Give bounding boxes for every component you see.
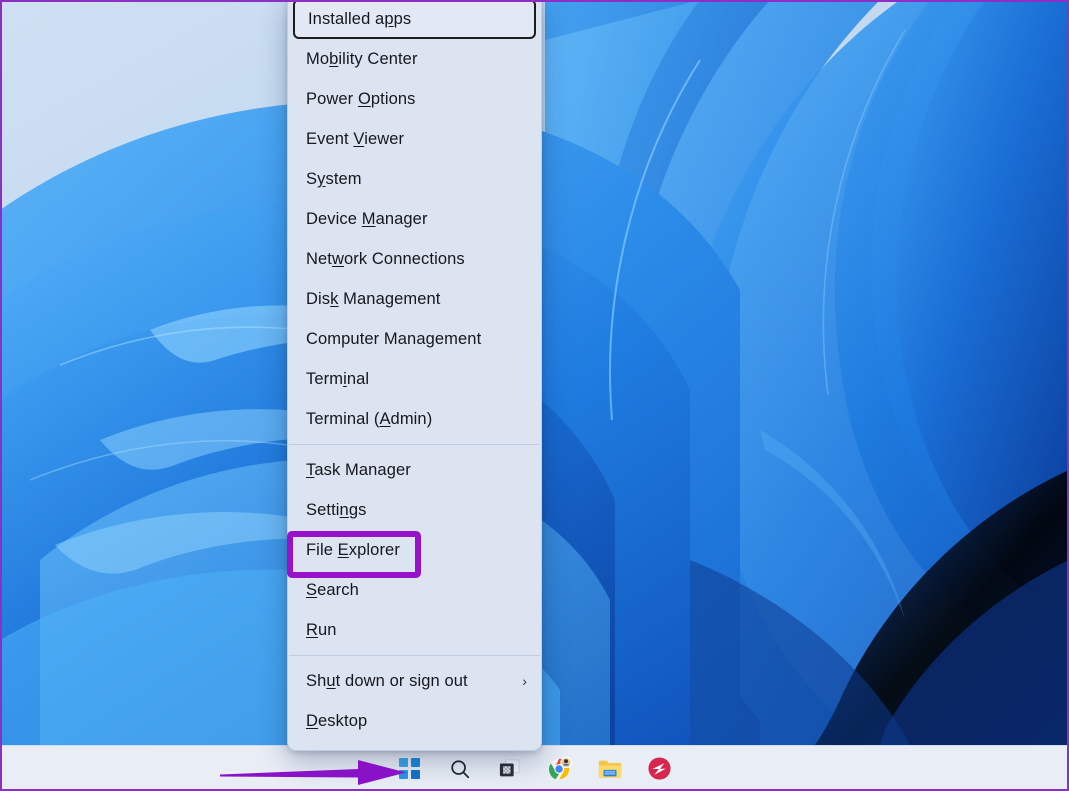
menu-item-label: Terminal xyxy=(306,369,370,388)
task-view-button[interactable] xyxy=(490,750,530,788)
screen-root: Installed apps Mobility Center Power Optio… xyxy=(0,0,1069,791)
chrome-button[interactable] xyxy=(540,750,580,788)
menu-item-desktop[interactable]: Desktop xyxy=(288,701,541,741)
menu-item-search[interactable]: Search xyxy=(288,570,541,610)
power-user-menu[interactable]: Installed apps Mobility Center Power Optio… xyxy=(287,0,542,751)
menu-group-tools: Task Manager Settings File Explorer Search R… xyxy=(288,450,541,650)
menu-group-session: Shut down or sign out › Desktop xyxy=(288,661,541,741)
menu-item-disk-management[interactable]: Disk Management xyxy=(288,279,541,319)
file-explorer-button[interactable] xyxy=(590,750,630,788)
menu-item-label: Search xyxy=(306,580,359,599)
menu-item-installed-apps[interactable]: Installed apps xyxy=(293,0,536,39)
menu-item-label: System xyxy=(306,169,362,188)
menu-item-label: Network Connections xyxy=(306,249,465,268)
menu-item-terminal[interactable]: Terminal xyxy=(288,359,541,399)
menu-item-label: Desktop xyxy=(306,711,368,730)
start-button[interactable] xyxy=(390,750,430,788)
menu-item-power-options[interactable]: Power Options xyxy=(288,79,541,119)
chevron-right-icon: › xyxy=(522,673,527,689)
menu-item-computer-management[interactable]: Computer Management xyxy=(288,319,541,359)
menu-item-label: Task Manager xyxy=(306,460,411,479)
menu-item-file-explorer[interactable]: File Explorer xyxy=(288,530,541,570)
taskbar xyxy=(0,745,1069,791)
menu-separator xyxy=(289,655,540,656)
menu-item-shut-down-or-sign-out[interactable]: Shut down or sign out › xyxy=(288,661,541,701)
menu-item-task-manager[interactable]: Task Manager xyxy=(288,450,541,490)
menu-group-system: Installed apps Mobility Center Power Optio… xyxy=(288,0,541,439)
app-red-icon xyxy=(648,757,671,780)
menu-item-system[interactable]: System xyxy=(288,159,541,199)
menu-item-label: Power Options xyxy=(306,89,416,108)
menu-item-device-manager[interactable]: Device Manager xyxy=(288,199,541,239)
menu-item-label: Terminal (Admin) xyxy=(306,409,433,428)
menu-item-label: Shut down or sign out xyxy=(306,671,468,690)
menu-item-label: Settings xyxy=(306,500,367,519)
menu-item-mobility-center[interactable]: Mobility Center xyxy=(288,39,541,79)
menu-item-settings[interactable]: Settings xyxy=(288,490,541,530)
menu-item-label: Device Manager xyxy=(306,209,428,228)
file-explorer-icon xyxy=(598,760,621,778)
menu-item-network-connections[interactable]: Network Connections xyxy=(288,239,541,279)
task-view-icon xyxy=(499,758,520,776)
menu-item-label: Computer Management xyxy=(306,329,482,348)
taskbar-icon-group xyxy=(390,750,680,788)
menu-item-label: Run xyxy=(306,620,337,639)
menu-item-label: Disk Management xyxy=(306,289,441,308)
menu-separator xyxy=(289,444,540,445)
menu-item-label: Installed apps xyxy=(308,9,412,28)
search-button[interactable] xyxy=(440,750,480,788)
chrome-icon xyxy=(548,756,572,779)
menu-item-run[interactable]: Run xyxy=(288,610,541,650)
app-red-button[interactable] xyxy=(640,750,680,788)
windows-logo-icon xyxy=(399,758,420,779)
menu-item-label: Mobility Center xyxy=(306,49,418,68)
menu-item-label: File Explorer xyxy=(306,540,400,559)
search-icon xyxy=(450,759,469,778)
menu-item-label: Event Viewer xyxy=(306,129,405,148)
menu-item-terminal-admin[interactable]: Terminal (Admin) xyxy=(288,399,541,439)
menu-item-event-viewer[interactable]: Event Viewer xyxy=(288,119,541,159)
